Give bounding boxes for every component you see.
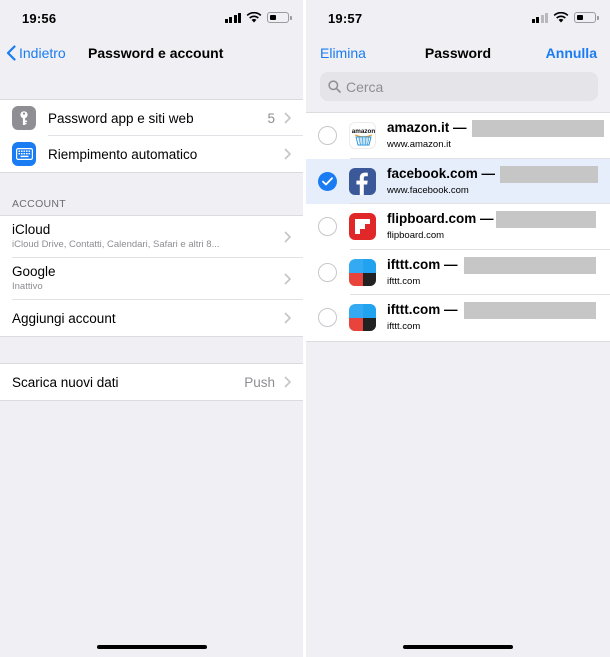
list-item[interactable]: flipboard.com — flipboard.com (306, 204, 610, 250)
ifttt-icon (349, 258, 376, 286)
list-item[interactable]: ifttt.com — ifttt.com (306, 295, 610, 341)
accounts-group: iCloud iCloud Drive, Contatti, Calendari… (0, 215, 303, 337)
chevron-right-icon (284, 231, 291, 243)
passwords-label: Password app e siti web (48, 110, 194, 126)
chevron-right-icon (284, 312, 291, 324)
passwords-row[interactable]: Password app e siti web 5 (0, 100, 303, 136)
back-button[interactable]: Indietro (6, 45, 66, 61)
autofill-label: Riempimento automatico (48, 146, 198, 162)
passwords-group: Password app e siti web 5 Riempimento au… (0, 99, 303, 173)
site-url: ifttt.com (387, 321, 421, 332)
redacted-username (500, 165, 598, 183)
cellular-signal-icon (531, 12, 548, 23)
battery-icon (267, 12, 292, 23)
chevron-right-icon (284, 112, 291, 124)
amazon-icon: amazon (349, 122, 376, 149)
status-bar: 19:56 (0, 0, 303, 36)
redacted-username (464, 256, 596, 274)
passwords-count: 5 (267, 110, 275, 126)
ifttt-icon (349, 304, 376, 331)
cellular-signal-icon (224, 12, 241, 23)
selection-circle[interactable] (318, 262, 337, 282)
list-item[interactable]: amazon amazon.it — www.amazon.it (306, 113, 610, 159)
key-icon (12, 106, 36, 130)
nav-bar: Elimina Password Annulla (306, 36, 610, 71)
status-time: 19:57 (328, 11, 363, 26)
svg-text:amazon: amazon (352, 128, 376, 135)
wifi-icon (553, 12, 569, 23)
redacted-username (496, 211, 596, 228)
chevron-right-icon (284, 273, 291, 285)
add-account-row[interactable]: Aggiungi account (0, 300, 303, 336)
account-section-header: ACCOUNT (12, 198, 67, 210)
settings-screen: 19:56 Indietro Password e account Passwo… (0, 0, 303, 657)
wifi-icon (246, 12, 262, 23)
site-url: www.facebook.com (387, 184, 469, 196)
site-url: www.amazon.it (387, 139, 451, 150)
cancel-button[interactable]: Annulla (546, 45, 597, 61)
account-detail: Inattivo (12, 281, 43, 292)
chevron-left-icon (6, 45, 16, 61)
site-title: ifttt.com — (387, 256, 458, 272)
search-icon (328, 80, 341, 93)
status-time: 19:56 (22, 11, 57, 26)
chevron-right-icon (284, 148, 291, 160)
flipboard-icon (349, 213, 376, 240)
fetch-group: Scarica nuovi dati Push (0, 363, 303, 401)
site-title: facebook.com — (387, 165, 496, 181)
account-label: Google (12, 264, 56, 279)
selection-circle[interactable] (318, 217, 337, 236)
keyboard-icon (12, 142, 36, 166)
password-list: amazon amazon.it — www.amazon.it faceboo… (306, 112, 610, 342)
account-label: iCloud (12, 222, 51, 237)
home-indicator[interactable] (97, 645, 207, 649)
home-indicator[interactable] (403, 645, 513, 649)
status-icons (224, 12, 292, 23)
site-url: ifttt.com (387, 275, 421, 287)
status-icons (531, 12, 599, 23)
site-title: flipboard.com — (387, 211, 494, 226)
site-url: flipboard.com (387, 230, 445, 241)
back-label: Indietro (19, 45, 66, 61)
selection-checkmark[interactable] (318, 171, 337, 191)
redacted-username (464, 302, 596, 319)
site-title: amazon.it — (387, 120, 467, 135)
search-bar[interactable] (320, 72, 598, 101)
selection-circle[interactable] (318, 126, 337, 145)
autofill-row[interactable]: Riempimento automatico (0, 136, 303, 172)
redacted-username (472, 120, 604, 137)
search-input[interactable] (346, 78, 546, 95)
list-item[interactable]: facebook.com — www.facebook.com (306, 158, 610, 204)
battery-icon (574, 12, 599, 23)
site-title: ifttt.com — (387, 302, 458, 317)
page-title: Password e account (88, 45, 224, 61)
account-row-icloud[interactable]: iCloud iCloud Drive, Contatti, Calendari… (0, 216, 303, 258)
fetch-data-value: Push (244, 374, 275, 390)
checkmark-icon (322, 176, 333, 185)
account-detail: iCloud Drive, Contatti, Calendari, Safar… (12, 239, 220, 250)
nav-bar: Indietro Password e account (0, 36, 303, 71)
account-row-google[interactable]: Google Inattivo (0, 258, 303, 300)
status-bar: 19:57 (306, 0, 610, 36)
add-account-label: Aggiungi account (12, 310, 116, 326)
passwords-screen: 19:57 Elimina Password Annulla Cerca ama… (306, 0, 610, 657)
facebook-icon (349, 167, 376, 195)
fetch-data-row[interactable]: Scarica nuovi dati Push (0, 364, 303, 400)
list-item[interactable]: ifttt.com — ifttt.com (306, 250, 610, 295)
fetch-data-label: Scarica nuovi dati (12, 374, 119, 390)
chevron-right-icon (284, 376, 291, 388)
selection-circle[interactable] (318, 308, 337, 327)
